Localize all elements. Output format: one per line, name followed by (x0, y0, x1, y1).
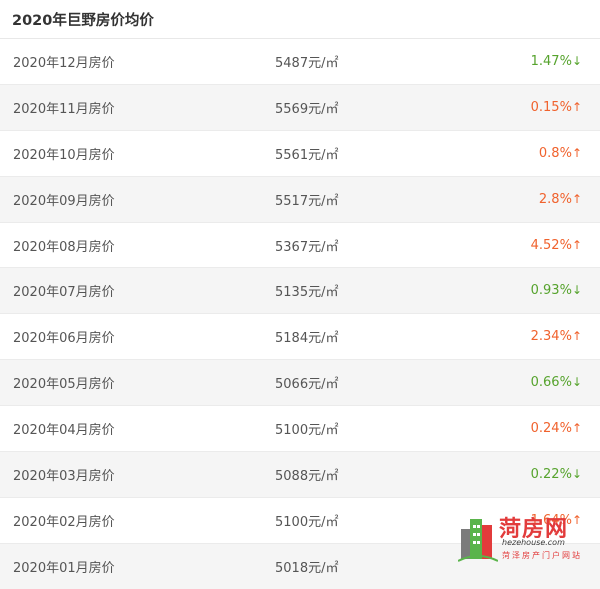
table-row: 2020年11月房价 5569元/㎡ 0.15%↑ (0, 84, 600, 131)
change-percent: 4.52% (530, 237, 572, 253)
price-value: 5100元/㎡ (275, 514, 339, 530)
table-row: 2020年08月房价 5367元/㎡ 4.52%↑ (0, 223, 600, 269)
price-value: 5367元/㎡ (275, 239, 339, 255)
change-value: 0.66%↓ (470, 375, 582, 390)
table-row: 2020年12月房价 5487元/㎡ 1.47%↓ (0, 39, 600, 85)
arrow-down-icon: ↓ (571, 53, 582, 68)
price-value: 5487元/㎡ (275, 55, 339, 71)
month-label: 2020年11月房价 (13, 101, 115, 117)
price-value: 5184元/㎡ (275, 331, 339, 347)
table-row: 2020年09月房价 5517元/㎡ 2.8%↑ (0, 176, 600, 223)
table-row: 2020年10月房价 5561元/㎡ 0.8%↑ (0, 131, 600, 177)
price-value: 5569元/㎡ (275, 101, 339, 117)
change-value: 4.52%↑ (470, 238, 582, 253)
price-value: 5018元/㎡ (275, 560, 339, 576)
change-percent: 0.24% (530, 421, 572, 437)
change-value: 2.8%↑ (470, 192, 582, 207)
change-value: 0.93%↓ (470, 283, 582, 298)
change-value: 1.47%↓ (470, 54, 582, 69)
month-label: 2020年01月房价 (13, 560, 115, 576)
month-label: 2020年08月房价 (13, 239, 115, 255)
arrow-up-icon: ↑ (571, 99, 582, 114)
month-label: 2020年12月房价 (13, 55, 115, 71)
change-percent: 0.66% (530, 375, 572, 391)
table-row: 2020年07月房价 5135元/㎡ 0.93%↓ (0, 268, 600, 315)
watermark-subtitle: 菏泽房产门户网站 (502, 551, 582, 560)
watermark-url: hezehouse.com (502, 538, 565, 547)
arrow-up-icon: ↑ (571, 421, 582, 436)
price-value: 5088元/㎡ (275, 468, 339, 484)
arrow-up-icon: ↑ (571, 145, 582, 160)
arrow-down-icon: ↓ (571, 283, 582, 298)
change-value: 0.24%↑ (470, 421, 582, 436)
table-row: 2020年03月房价 5088元/㎡ 0.22%↓ (0, 452, 600, 498)
change-value: 2.34%↑ (470, 329, 582, 344)
arrow-up-icon: ↑ (571, 191, 582, 206)
site-watermark: 菏房网 hezehouse.com 菏泽房产门户网站 (458, 511, 586, 563)
change-value: 0.8%↑ (470, 146, 582, 161)
building-logo-icon (458, 519, 498, 562)
arrow-down-icon: ↓ (571, 375, 582, 390)
price-list: 2020年12月房价 5487元/㎡ 1.47%↓ 2020年11月房价 5569元/… (0, 39, 600, 589)
page-header: 2020年巨野房价均价 (0, 0, 600, 39)
month-label: 2020年05月房价 (13, 377, 115, 393)
change-percent: 0.8% (538, 145, 572, 161)
arrow-down-icon: ↓ (571, 466, 582, 481)
price-value: 5135元/㎡ (275, 285, 339, 301)
month-label: 2020年07月房价 (13, 285, 115, 301)
page-title: 2020年巨野房价均价 (12, 12, 154, 29)
change-percent: 0.15% (530, 99, 572, 115)
price-value: 5561元/㎡ (275, 147, 339, 163)
price-value: 5100元/㎡ (275, 423, 339, 439)
price-value: 5517元/㎡ (275, 193, 339, 209)
month-label: 2020年06月房价 (13, 331, 115, 347)
change-value: 0.22%↓ (470, 467, 582, 482)
table-row: 2020年06月房价 5184元/㎡ 2.34%↑ (0, 314, 600, 361)
month-label: 2020年02月房价 (13, 514, 115, 530)
change-percent: 0.22% (530, 466, 572, 482)
month-label: 2020年04月房价 (13, 423, 115, 439)
table-row: 2020年05月房价 5066元/㎡ 0.66%↓ (0, 360, 600, 407)
arrow-up-icon: ↑ (571, 237, 582, 252)
price-value: 5066元/㎡ (275, 377, 339, 393)
month-label: 2020年09月房价 (13, 193, 115, 209)
change-percent: 0.93% (530, 283, 572, 299)
month-label: 2020年03月房价 (13, 468, 115, 484)
change-percent: 1.47% (530, 53, 572, 69)
change-value: 0.15%↑ (470, 100, 582, 115)
change-percent: 2.8% (538, 191, 572, 207)
month-label: 2020年10月房价 (13, 147, 115, 163)
change-percent: 2.34% (530, 329, 572, 345)
table-row: 2020年04月房价 5100元/㎡ 0.24%↑ (0, 406, 600, 453)
arrow-up-icon: ↑ (571, 329, 582, 344)
